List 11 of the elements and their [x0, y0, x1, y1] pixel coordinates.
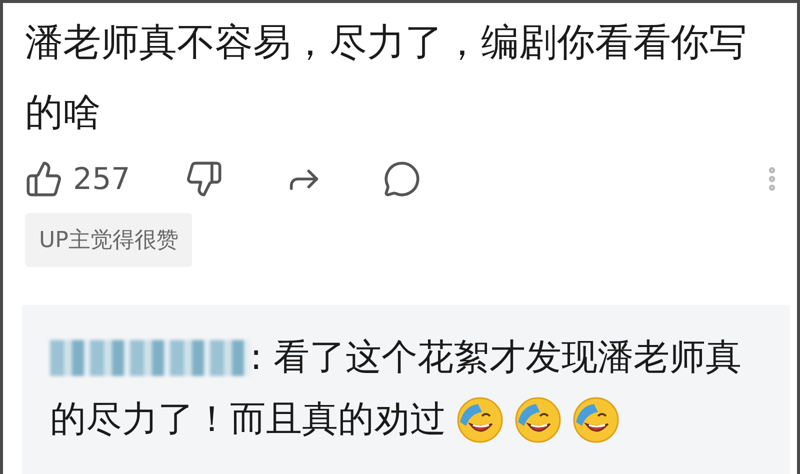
- laughing-emoji-icon: [456, 396, 504, 444]
- thumbs-down-icon[interactable]: [185, 160, 223, 198]
- comment-text: 潘老师真不容易，尽力了，编剧你看看你写的啥: [24, 19, 748, 136]
- reply-text: : 看了这个花絮才发现潘老师真: [250, 336, 742, 380]
- reply-text: 的尽力了！而且真的劝过: [50, 398, 446, 442]
- comment-icon[interactable]: [383, 160, 421, 198]
- laughing-emoji-icon: [572, 396, 620, 444]
- like-count: 257: [73, 162, 130, 196]
- thumbs-up-icon[interactable]: [25, 160, 63, 198]
- laughing-emoji-icon: [514, 396, 562, 444]
- up-liked-badge: UP主觉得很赞: [25, 213, 192, 267]
